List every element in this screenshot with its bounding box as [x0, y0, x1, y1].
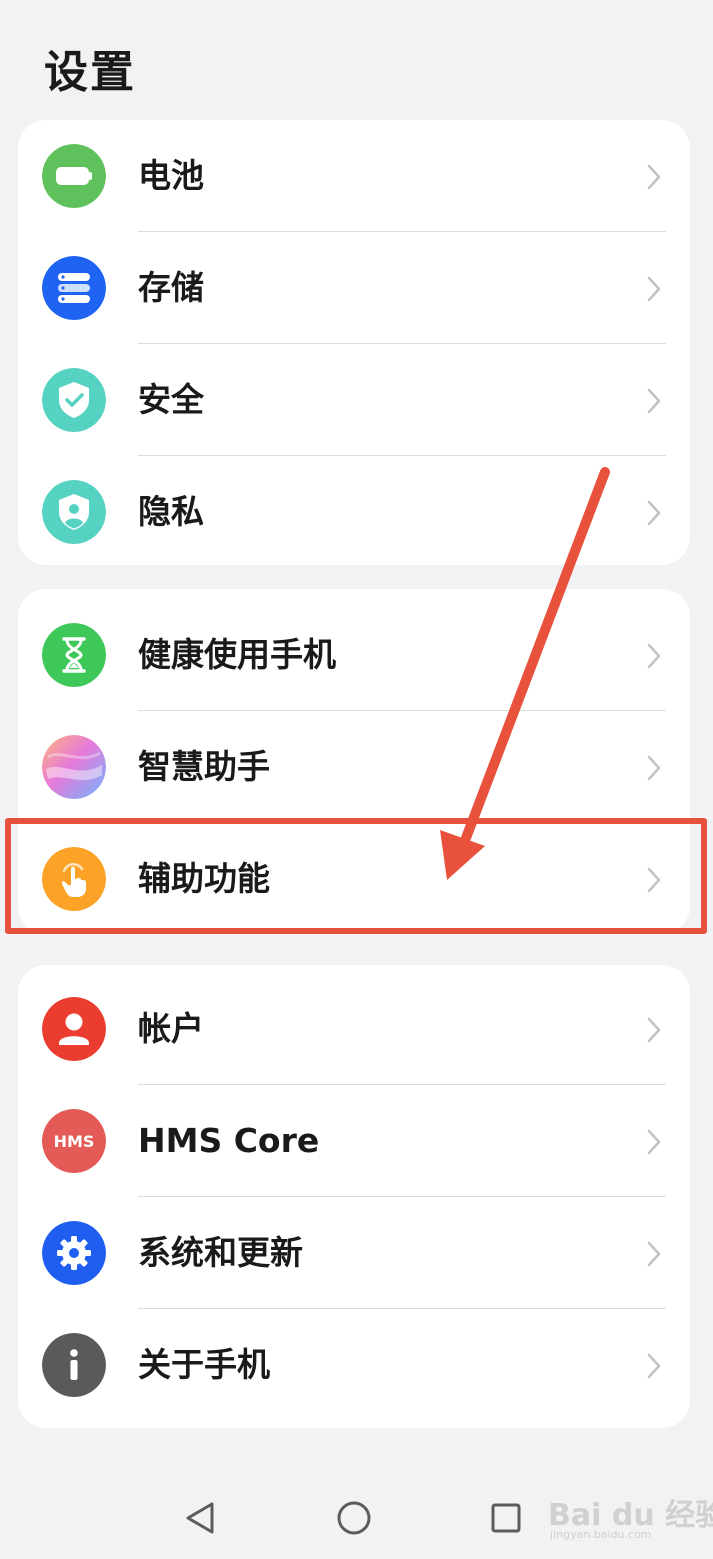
settings-item-label: 智慧助手	[138, 747, 270, 786]
chevron-right-icon	[646, 1129, 662, 1155]
settings-item-label: 隐私	[138, 492, 204, 531]
settings-item-about-phone[interactable]: 关于手机	[18, 1309, 690, 1421]
settings-item-account[interactable]: 帐户	[18, 973, 690, 1085]
hourglass-icon	[42, 623, 106, 687]
hms-core-icon: HMS	[42, 1109, 106, 1173]
chevron-right-icon	[646, 388, 662, 414]
chevron-right-icon	[646, 1241, 662, 1267]
gear-icon	[42, 1221, 106, 1285]
settings-item-label: 健康使用手机	[138, 635, 336, 674]
privacy-shield-icon	[42, 480, 106, 544]
smart-assistant-icon	[42, 735, 106, 799]
settings-item-label: 电池	[138, 156, 204, 195]
highlight-box	[5, 818, 707, 934]
chevron-right-icon	[646, 1353, 662, 1379]
settings-item-label: 存储	[138, 268, 204, 307]
account-icon	[42, 997, 106, 1061]
settings-item-storage[interactable]: 存储	[18, 232, 690, 344]
settings-group-3: 帐户 HMS HMS Core 系统和更新 关于手机	[18, 965, 690, 1428]
hms-logo-text: HMS	[54, 1132, 95, 1151]
chevron-right-icon	[646, 276, 662, 302]
settings-item-security[interactable]: 安全	[18, 344, 690, 456]
settings-item-label: 关于手机	[138, 1345, 270, 1384]
settings-item-digital-balance[interactable]: 健康使用手机	[18, 599, 690, 711]
settings-item-system-update[interactable]: 系统和更新	[18, 1197, 690, 1309]
chevron-right-icon	[646, 164, 662, 190]
watermark: Bai du 经验 jingyan.baidu.com	[548, 1490, 713, 1550]
watermark-sub-text: jingyan.baidu.com	[550, 1528, 652, 1541]
storage-icon	[42, 256, 106, 320]
page-title: 设置	[44, 47, 136, 98]
settings-item-hms-core[interactable]: HMS HMS Core	[18, 1085, 690, 1197]
home-icon[interactable]	[334, 1498, 374, 1538]
chevron-right-icon	[646, 643, 662, 669]
security-shield-icon	[42, 368, 106, 432]
chevron-right-icon	[646, 1017, 662, 1043]
settings-item-privacy[interactable]: 隐私	[18, 456, 690, 565]
settings-item-label: 帐户	[138, 1009, 204, 1048]
settings-item-smart-assistant[interactable]: 智慧助手	[18, 711, 690, 823]
battery-icon	[42, 144, 106, 208]
recents-icon[interactable]	[486, 1498, 526, 1538]
back-icon[interactable]	[182, 1498, 222, 1538]
settings-item-label: HMS Core	[138, 1121, 320, 1160]
info-icon	[42, 1333, 106, 1397]
settings-item-label: 安全	[138, 380, 204, 419]
chevron-right-icon	[646, 755, 662, 781]
settings-item-label: 系统和更新	[138, 1233, 303, 1272]
chevron-right-icon	[646, 500, 662, 526]
settings-item-battery[interactable]: 电池	[18, 120, 690, 232]
settings-group-1: 电池 存储 安全 隐私	[18, 120, 690, 565]
